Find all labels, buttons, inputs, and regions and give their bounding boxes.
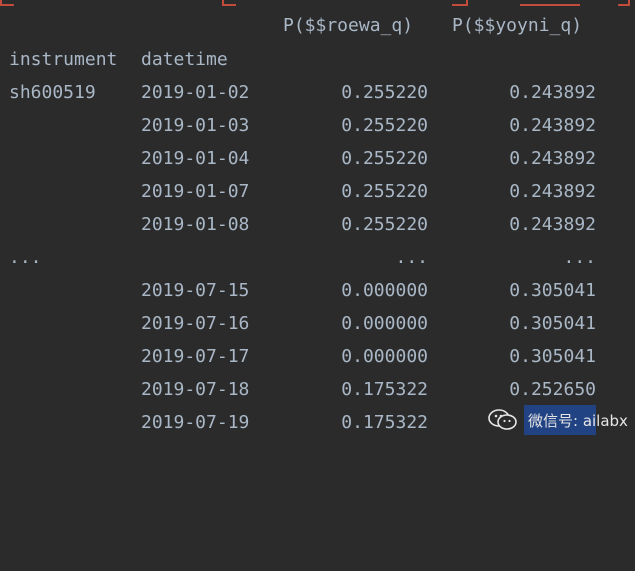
datetime-cell: 2019-01-07 bbox=[141, 181, 250, 202]
col2-cell: 0.305041 bbox=[509, 346, 596, 367]
col2-cell: ... bbox=[563, 247, 596, 268]
instrument-cell: ... bbox=[9, 247, 42, 268]
col1-cell: 0.255220 bbox=[341, 82, 428, 103]
instrument-cell: sh600519 bbox=[9, 82, 96, 103]
wechat-icon bbox=[488, 408, 518, 432]
table-row: 2019-07-17 0.000000 0.305041 bbox=[0, 340, 635, 373]
column-header-col2: P($$yoyni_q) bbox=[452, 15, 583, 36]
table-row: 2019-01-04 0.255220 0.243892 bbox=[0, 142, 635, 175]
index-header-row: instrument datetime bbox=[0, 43, 635, 76]
datetime-cell: 2019-07-19 bbox=[141, 412, 250, 433]
watermark-label: 微信号: ailabx bbox=[528, 411, 628, 430]
col1-cell: 0.175322 bbox=[341, 379, 428, 400]
ellipsis-row: ... ... ... bbox=[0, 241, 635, 274]
table-row: sh600519 2019-01-02 0.255220 0.243892 bbox=[0, 76, 635, 109]
col1-cell: 0.255220 bbox=[341, 115, 428, 136]
datetime-cell: 2019-07-16 bbox=[141, 313, 250, 334]
table-row: 2019-07-16 0.000000 0.305041 bbox=[0, 307, 635, 340]
datetime-cell: 2019-01-03 bbox=[141, 115, 250, 136]
col1-cell: 0.175322 bbox=[341, 412, 428, 433]
column-header-row: P($$roewa_q) P($$yoyni_q) bbox=[0, 9, 635, 42]
datetime-cell: 2019-07-18 bbox=[141, 379, 250, 400]
datetime-cell: 2019-07-15 bbox=[141, 280, 250, 301]
col2-cell: 0.243892 bbox=[509, 115, 596, 136]
datetime-cell: 2019-01-08 bbox=[141, 214, 250, 235]
index-header-datetime: datetime bbox=[141, 49, 228, 70]
col1-cell: 0.000000 bbox=[341, 313, 428, 334]
wechat-watermark: 微信号: ailabx bbox=[488, 402, 632, 438]
col1-cell: 0.255220 bbox=[341, 148, 428, 169]
table-row: 2019-01-07 0.255220 0.243892 bbox=[0, 175, 635, 208]
col1-cell: 0.255220 bbox=[341, 214, 428, 235]
col2-cell: 0.243892 bbox=[509, 148, 596, 169]
col2-cell: 0.243892 bbox=[509, 82, 596, 103]
datetime-cell: 2019-01-04 bbox=[141, 148, 250, 169]
col2-cell: 0.305041 bbox=[509, 313, 596, 334]
col1-cell: 0.000000 bbox=[341, 280, 428, 301]
index-header-instrument: instrument bbox=[9, 49, 118, 70]
datetime-cell: 2019-01-02 bbox=[141, 82, 250, 103]
datetime-cell: 2019-07-17 bbox=[141, 346, 250, 367]
col2-cell: 0.243892 bbox=[509, 214, 596, 235]
table-row: 2019-07-15 0.000000 0.305041 bbox=[0, 274, 635, 307]
col1-cell: ... bbox=[395, 247, 428, 268]
column-header-col1: P($$roewa_q) bbox=[283, 15, 414, 36]
col2-cell: 0.243892 bbox=[509, 181, 596, 202]
col1-cell: 0.255220 bbox=[341, 181, 428, 202]
col2-cell: 0.305041 bbox=[509, 280, 596, 301]
console-output[interactable]: P($$roewa_q) P($$yoyni_q) instrument dat… bbox=[0, 0, 635, 449]
table-row: 2019-01-08 0.255220 0.243892 bbox=[0, 208, 635, 241]
col1-cell: 0.000000 bbox=[341, 346, 428, 367]
table-row: 2019-01-03 0.255220 0.243892 bbox=[0, 109, 635, 142]
